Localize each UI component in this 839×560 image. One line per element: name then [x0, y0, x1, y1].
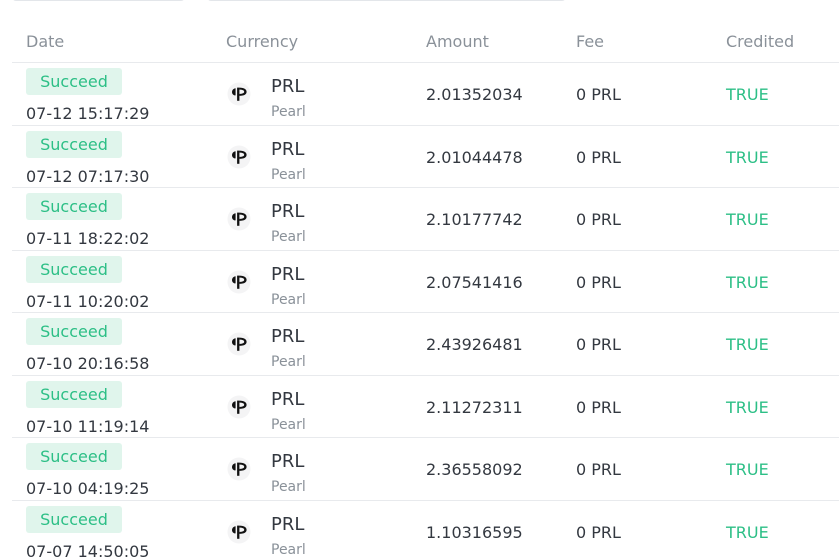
status-badge: Succeed [26, 68, 122, 95]
table-row[interactable]: Succeed 07-11 18:22:02 PRL Pearl 2.10177… [12, 188, 839, 251]
datetime-cell: 07-12 07:17:30 [26, 166, 150, 186]
column-header-currency[interactable]: Currency [226, 32, 298, 51]
pearl-coin-icon [227, 207, 251, 231]
column-header-amount[interactable]: Amount [426, 32, 489, 51]
amount-cell: 2.43926481 [426, 335, 523, 354]
table-row[interactable]: Succeed 07-11 10:20:02 PRL Pearl 2.07541… [12, 251, 839, 313]
fee-cell: 0 PRL [576, 85, 621, 104]
datetime-cell: 07-12 15:17:29 [26, 104, 150, 123]
status-badge: Succeed [26, 380, 122, 408]
currency-name: Pearl [271, 479, 306, 495]
amount-cell: 2.11272311 [426, 397, 523, 417]
amount-cell: 2.01352034 [426, 85, 523, 104]
table-row[interactable]: Succeed 07-12 15:17:29 PRL Pearl 2.01352… [12, 63, 839, 126]
currency-name: Pearl [271, 416, 306, 433]
table-row[interactable]: Succeed 07-10 04:19:25 PRL Pearl 2.36558… [12, 438, 839, 501]
currency-name: Pearl [271, 166, 306, 183]
datetime-cell: 07-10 04:19:25 [26, 479, 150, 498]
currency-symbol: PRL [271, 451, 305, 472]
fee-cell: 0 PRL [576, 460, 621, 479]
fee-cell: 0 PRL [576, 210, 621, 229]
credited-cell: TRUE [726, 522, 769, 542]
pearl-coin-icon [227, 82, 251, 106]
datetime-cell: 07-10 11:19:14 [26, 416, 150, 436]
pearl-coin-icon [227, 457, 251, 481]
currency-name: Pearl [271, 291, 306, 308]
amount-cell: 2.01044478 [426, 147, 523, 167]
pearl-coin-icon [227, 520, 251, 543]
status-badge: Succeed [26, 255, 122, 283]
amount-cell: 2.10177742 [426, 210, 523, 229]
currency-symbol: PRL [271, 263, 305, 285]
currency-name: Pearl [271, 354, 306, 370]
pearl-coin-icon [227, 332, 251, 356]
currency-name: Pearl [271, 229, 306, 245]
amount-cell: 2.36558092 [426, 460, 523, 479]
currency-symbol: PRL [271, 76, 305, 97]
column-header-fee[interactable]: Fee [576, 32, 604, 51]
amount-cell: 1.10316595 [426, 522, 523, 542]
table-header: Date Currency Amount Fee Credited [12, 22, 839, 63]
table-row[interactable]: Succeed 07-12 07:17:30 PRL Pearl 2.01044… [12, 126, 839, 188]
pearl-coin-icon [227, 395, 251, 418]
column-header-date[interactable]: Date [26, 32, 64, 51]
deposit-history-table: Date Currency Amount Fee Credited Succee… [12, 22, 839, 560]
fee-cell: 0 PRL [576, 147, 621, 167]
filter-select-2[interactable] [207, 0, 566, 1]
credited-cell: TRUE [726, 272, 769, 292]
currency-name: Pearl [271, 541, 306, 558]
fee-cell: 0 PRL [576, 522, 621, 542]
status-badge: Succeed [26, 443, 122, 470]
datetime-cell: 07-10 20:16:58 [26, 354, 150, 373]
currency-name: Pearl [271, 104, 306, 120]
column-header-credited[interactable]: Credited [726, 32, 794, 51]
status-badge: Succeed [26, 193, 122, 220]
pearl-coin-icon [227, 270, 251, 293]
table-row[interactable]: Succeed 07-10 20:16:58 PRL Pearl 2.43926… [12, 313, 839, 376]
currency-symbol: PRL [271, 388, 305, 410]
currency-symbol: PRL [271, 326, 305, 347]
datetime-cell: 07-11 10:20:02 [26, 291, 150, 311]
deposit-history-page: Date Currency Amount Fee Credited Succee… [0, 0, 839, 560]
credited-cell: TRUE [726, 147, 769, 167]
currency-symbol: PRL [271, 138, 305, 160]
status-badge: Succeed [26, 318, 122, 345]
fee-cell: 0 PRL [576, 335, 621, 354]
status-badge: Succeed [26, 505, 122, 533]
filter-select-1[interactable] [12, 0, 185, 1]
currency-symbol: PRL [271, 201, 305, 222]
status-badge: Succeed [26, 130, 122, 158]
pearl-coin-icon [227, 145, 251, 168]
credited-cell: TRUE [726, 85, 769, 104]
credited-cell: TRUE [726, 210, 769, 229]
amount-cell: 2.07541416 [426, 272, 523, 292]
table-row[interactable]: Succeed 07-10 11:19:14 PRL Pearl 2.11272… [12, 376, 839, 438]
datetime-cell: 07-07 14:50:05 [26, 541, 150, 560]
credited-cell: TRUE [726, 397, 769, 417]
fee-cell: 0 PRL [576, 397, 621, 417]
fee-cell: 0 PRL [576, 272, 621, 292]
credited-cell: TRUE [726, 335, 769, 354]
currency-symbol: PRL [271, 513, 305, 535]
credited-cell: TRUE [726, 460, 769, 479]
table-body: Succeed 07-12 15:17:29 PRL Pearl 2.01352… [12, 63, 839, 560]
datetime-cell: 07-11 18:22:02 [26, 229, 150, 248]
table-row[interactable]: Succeed 07-07 14:50:05 PRL Pearl 1.10316… [12, 501, 839, 560]
